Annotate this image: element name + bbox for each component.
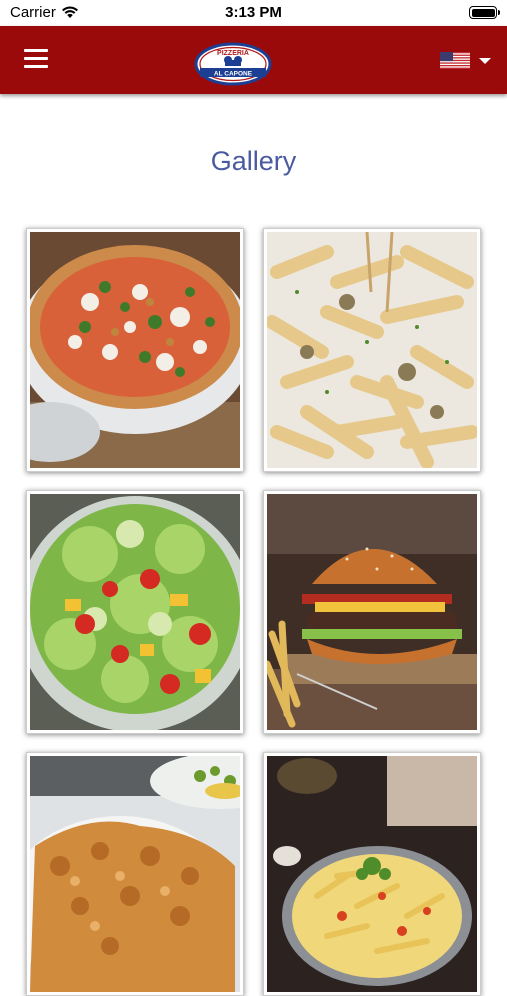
pizza-image <box>30 232 240 468</box>
gallery-item-pizza[interactable] <box>26 228 244 472</box>
salad-image <box>30 494 240 730</box>
gallery-item-penne-pasta[interactable] <box>263 228 481 472</box>
us-flag-icon[interactable] <box>440 52 470 69</box>
penne-pasta-image <box>267 232 477 468</box>
pizzeria-logo[interactable]: PIZZERIA AL CAPONE <box>194 42 272 86</box>
gallery-item-schnitzel[interactable] <box>26 752 244 996</box>
page-title: Gallery <box>210 146 297 176</box>
gallery-item-salad[interactable] <box>26 490 244 734</box>
logo-text-top: PIZZERIA <box>217 50 249 57</box>
schnitzel-image <box>30 756 240 992</box>
chevron-down-icon[interactable] <box>479 58 491 64</box>
app-header: PIZZERIA AL CAPONE <box>0 26 507 94</box>
pasta-bowl-image <box>267 756 477 992</box>
gallery-item-burger[interactable] <box>263 490 481 734</box>
hamburger-menu-icon[interactable] <box>24 49 48 69</box>
logo-text-bottom: AL CAPONE <box>214 71 253 78</box>
gallery-item-pasta-bowl[interactable] <box>263 752 481 996</box>
burger-image <box>267 494 477 730</box>
clock: 3:13 PM <box>225 4 282 21</box>
status-bar: Carrier 3:13 PM <box>0 0 507 26</box>
battery-icon <box>469 6 500 19</box>
